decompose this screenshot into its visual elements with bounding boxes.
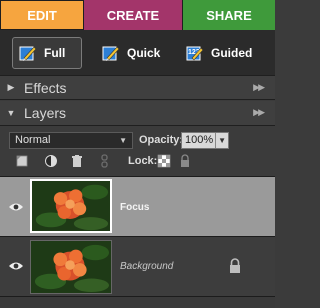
edit-mode-bar: Full Quick 123 Guided: [0, 30, 275, 75]
tab-edit[interactable]: EDIT: [0, 0, 84, 30]
lock-transparent-pixels-icon[interactable]: [157, 154, 171, 168]
collapse-triangle-icon: ▼: [6, 108, 16, 118]
panel-menu-icon[interactable]: ▶▶: [253, 82, 265, 93]
lock-icon: [230, 258, 240, 273]
quick-edit-icon: [102, 46, 120, 61]
expand-triangle-icon: ▶: [7, 82, 15, 92]
chevron-down-icon[interactable]: ▼: [215, 133, 226, 148]
blend-mode-value: Normal: [15, 134, 51, 146]
mode-guided-label: Guided: [211, 46, 253, 60]
mode-guided-button[interactable]: 123 Guided: [186, 37, 275, 69]
layers-panel-title: Layers: [24, 105, 67, 121]
layer-row[interactable]: Background: [0, 237, 275, 297]
mode-full-button[interactable]: Full: [12, 37, 82, 69]
layer-name[interactable]: Focus: [120, 202, 149, 213]
effects-panel-title: Effects: [24, 79, 67, 96]
new-layer-icon[interactable]: [16, 154, 30, 168]
guided-edit-icon: 123: [186, 46, 204, 61]
tab-share[interactable]: SHARE: [183, 0, 275, 30]
layer-thumbnail: [30, 179, 112, 233]
eye-visibility-icon[interactable]: [8, 202, 24, 212]
mode-quick-label: Quick: [127, 46, 161, 60]
layer-thumbnail: [30, 240, 112, 294]
opacity-label: Opacity:: [139, 134, 184, 146]
mode-quick-button[interactable]: Quick: [102, 37, 167, 69]
mode-full-label: Full: [44, 46, 66, 60]
layers-panel-header[interactable]: ▼ Layers ▶▶: [0, 101, 275, 126]
layer-name[interactable]: Background: [120, 261, 173, 272]
panel-footer: [0, 297, 275, 308]
panel-menu-icon[interactable]: ▶▶: [253, 107, 265, 118]
lock-label: Lock:: [128, 155, 158, 167]
layer-row[interactable]: Focus: [0, 176, 275, 237]
link-layers-icon[interactable]: [98, 154, 112, 168]
blend-mode-select[interactable]: Normal ▼: [9, 132, 133, 149]
workspace-tabs: EDIT CREATE SHARE: [0, 0, 275, 30]
eye-visibility-icon[interactable]: [8, 261, 24, 271]
opacity-field[interactable]: 100% ▼: [181, 132, 229, 149]
effects-panel-header[interactable]: ▶ Effects ▶▶: [0, 75, 275, 100]
adjustment-layer-icon[interactable]: [44, 154, 58, 168]
opacity-value: 100%: [185, 134, 214, 146]
layers-controls: Normal ▼ Opacity: 100% ▼ Lock:: [0, 126, 275, 176]
chevron-down-icon: ▼: [119, 136, 127, 145]
full-edit-icon: [19, 46, 37, 61]
tab-create[interactable]: CREATE: [84, 0, 183, 30]
lock-all-icon[interactable]: [178, 154, 192, 168]
delete-layer-icon[interactable]: [70, 154, 84, 168]
